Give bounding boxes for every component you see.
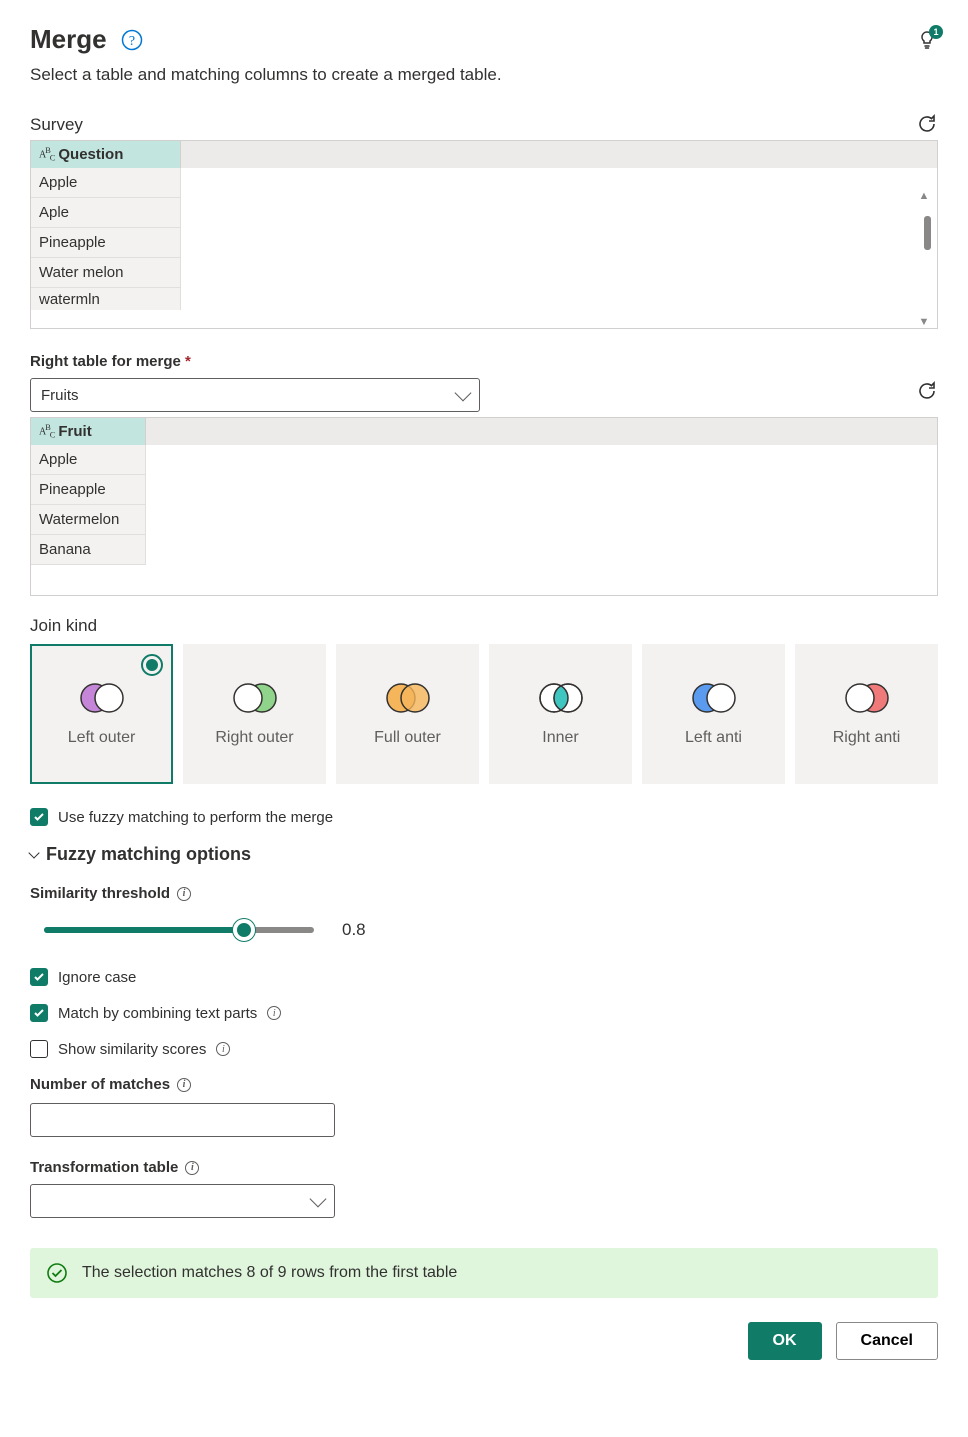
- table-row[interactable]: Aple: [31, 198, 181, 228]
- tips-badge: 1: [929, 25, 943, 39]
- dropdown-value: Fruits: [41, 387, 79, 404]
- venn-full-outer-icon: [383, 681, 433, 715]
- join-left-outer[interactable]: Left outer: [30, 644, 173, 784]
- table-row[interactable]: Banana: [31, 535, 146, 565]
- success-icon: [46, 1262, 68, 1284]
- column-header-label: Question: [58, 146, 123, 163]
- join-card-label: Full outer: [374, 729, 441, 747]
- venn-inner-icon: [536, 681, 586, 715]
- venn-right-anti-icon: [842, 681, 892, 715]
- right-table-dropdown[interactable]: Fruits: [30, 378, 480, 412]
- table-row[interactable]: Apple: [31, 168, 181, 198]
- ignore-case-checkbox[interactable]: [30, 968, 48, 986]
- transform-table-label: Transformation table i: [30, 1159, 938, 1176]
- info-icon[interactable]: i: [216, 1042, 230, 1056]
- join-card-label: Right anti: [833, 729, 901, 747]
- status-text: The selection matches 8 of 9 rows from t…: [82, 1264, 457, 1282]
- column-header-fruit[interactable]: ABC Fruit: [31, 418, 146, 445]
- refresh-icon[interactable]: [916, 380, 938, 402]
- chevron-down-icon: [28, 847, 39, 858]
- table-row[interactable]: Watermelon: [31, 505, 146, 535]
- similarity-value: 0.8: [342, 920, 366, 940]
- join-card-label: Inner: [542, 729, 578, 747]
- radio-selected-icon: [141, 654, 163, 676]
- column-header-label: Fruit: [58, 423, 91, 440]
- join-full-outer[interactable]: Full outer: [336, 644, 479, 784]
- chevron-down-icon: [455, 385, 472, 402]
- venn-right-outer-icon: [230, 681, 280, 715]
- info-icon[interactable]: i: [185, 1161, 199, 1175]
- scroll-thumb[interactable]: [924, 216, 931, 250]
- table-row[interactable]: Pineapple: [31, 475, 146, 505]
- cancel-button[interactable]: Cancel: [836, 1322, 938, 1360]
- join-card-label: Right outer: [215, 729, 293, 747]
- info-icon[interactable]: i: [177, 887, 191, 901]
- chevron-down-icon: [310, 1191, 327, 1208]
- join-right-outer[interactable]: Right outer: [183, 644, 326, 784]
- ignore-case-label: Ignore case: [58, 969, 136, 986]
- checkmark-icon: [33, 811, 45, 823]
- join-kind-selector: Left outer Right outer Full outer Inner …: [30, 644, 938, 784]
- ok-button[interactable]: OK: [748, 1322, 822, 1360]
- fuzzy-matching-label: Use fuzzy matching to perform the merge: [58, 809, 333, 826]
- help-icon[interactable]: ?: [121, 29, 143, 51]
- transform-table-dropdown[interactable]: [30, 1184, 335, 1218]
- join-left-anti[interactable]: Left anti: [642, 644, 785, 784]
- accordion-label: Fuzzy matching options: [46, 844, 251, 865]
- join-kind-label: Join kind: [30, 616, 938, 636]
- checkmark-icon: [33, 1007, 45, 1019]
- combine-text-checkbox[interactable]: [30, 1004, 48, 1022]
- join-card-label: Left anti: [685, 729, 742, 747]
- right-table-section-label: Right table for merge *: [30, 353, 938, 370]
- right-table[interactable]: ABC Fruit Apple Pineapple Watermelon Ban…: [30, 417, 938, 596]
- info-icon[interactable]: i: [177, 1078, 191, 1092]
- venn-left-outer-icon: [77, 681, 127, 715]
- left-table-label: Survey: [30, 115, 83, 135]
- info-icon[interactable]: i: [267, 1006, 281, 1020]
- join-inner[interactable]: Inner: [489, 644, 632, 784]
- subtitle: Select a table and matching columns to c…: [30, 65, 938, 85]
- status-bar: The selection matches 8 of 9 rows from t…: [30, 1248, 938, 1298]
- column-header-question[interactable]: ABC Question: [31, 141, 181, 168]
- join-card-label: Left outer: [68, 729, 136, 747]
- lightbulb-icon[interactable]: 1: [916, 29, 938, 51]
- similarity-threshold-label: Similarity threshold i: [30, 885, 938, 902]
- num-matches-label: Number of matches i: [30, 1076, 938, 1093]
- svg-text:?: ?: [128, 34, 134, 49]
- left-table[interactable]: ABC Question Apple Aple Pineapple Water …: [30, 140, 938, 329]
- similarity-slider[interactable]: [44, 927, 314, 933]
- num-matches-input[interactable]: [30, 1103, 335, 1137]
- checkmark-icon: [33, 971, 45, 983]
- scrollbar[interactable]: ▲▼: [917, 190, 931, 328]
- page-title: Merge: [30, 24, 107, 55]
- fuzzy-matching-checkbox[interactable]: [30, 808, 48, 826]
- table-row[interactable]: Pineapple: [31, 228, 181, 258]
- slider-thumb[interactable]: [233, 919, 255, 941]
- show-scores-checkbox[interactable]: [30, 1040, 48, 1058]
- combine-text-label: Match by combining text parts: [58, 1005, 257, 1022]
- refresh-icon[interactable]: [916, 113, 938, 135]
- text-type-icon: ABC: [39, 146, 54, 162]
- table-row[interactable]: Apple: [31, 445, 146, 475]
- join-right-anti[interactable]: Right anti: [795, 644, 938, 784]
- text-type-icon: ABC: [39, 423, 54, 439]
- table-row[interactable]: watermln: [31, 288, 181, 310]
- show-scores-label: Show similarity scores: [58, 1041, 206, 1058]
- venn-left-anti-icon: [689, 681, 739, 715]
- table-row[interactable]: Water melon: [31, 258, 181, 288]
- fuzzy-options-accordion[interactable]: Fuzzy matching options: [30, 844, 938, 865]
